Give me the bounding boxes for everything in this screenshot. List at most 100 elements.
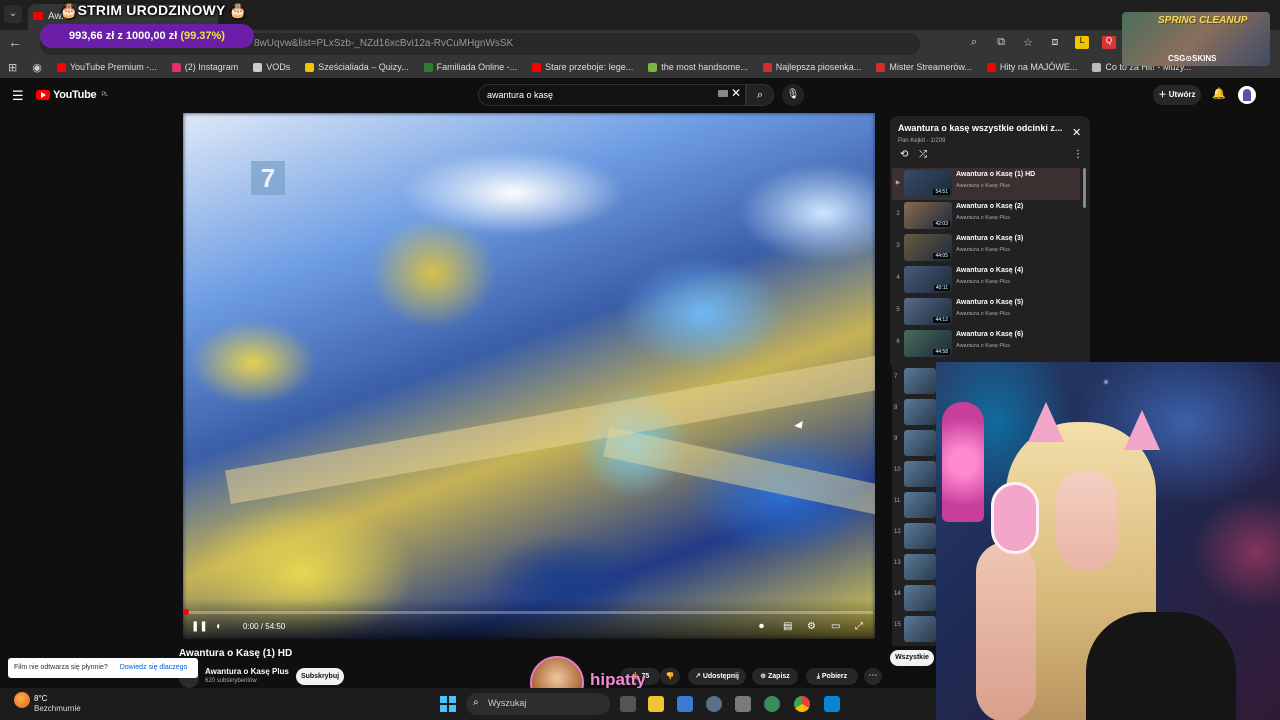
playlist-item-title: Awantura o Kasę (2) <box>956 203 1024 210</box>
back-arrow-icon[interactable]: ← <box>8 34 22 50</box>
playlist-item-thumbnail[interactable] <box>904 616 936 642</box>
playlist-item-duration: 40:11 <box>933 285 950 291</box>
extension-yellow-icon[interactable]: L <box>1075 36 1089 49</box>
settings-gear-icon[interactable]: ⚙ <box>807 621 816 632</box>
cast-icon[interactable]: ⧉ <box>994 36 1008 49</box>
playlist-item-thumbnail[interactable] <box>904 585 936 611</box>
all-filter-chip[interactable]: Wszystkie <box>890 650 934 666</box>
playlist-item[interactable]: 6 44:58 Awantura o Kasę (6) Awantura o Kasę… <box>892 328 1080 360</box>
windows-start-icon[interactable] <box>440 696 456 712</box>
apps-grid-icon[interactable]: ⊞ <box>8 61 17 74</box>
bookmark-item[interactable]: Stare przeboje: lege... <box>532 62 633 72</box>
bookmark-item[interactable]: Mister Streamerów... <box>876 62 972 72</box>
playlist-item-thumbnail[interactable] <box>904 430 936 456</box>
chrome-taskbar-icon[interactable] <box>794 696 810 712</box>
clear-search-icon[interactable]: ✕ <box>731 86 741 100</box>
playlist-item-thumbnail[interactable] <box>904 399 936 425</box>
bookmark-item[interactable]: VODs <box>253 62 290 72</box>
zoom-icon[interactable]: ⌕ <box>967 36 981 49</box>
more-actions-icon[interactable]: ⋯ <box>864 668 882 685</box>
bookmark-item[interactable]: Hity na MAJÓWE... <box>986 62 1077 72</box>
shuffle-icon[interactable]: ⤮ <box>919 149 927 160</box>
playlist-item-thumbnail[interactable] <box>904 523 936 549</box>
playlist-item[interactable]: 4 40:11 Awantura o Kasę (4) Awantura o Kasę… <box>892 264 1080 296</box>
playlist-item[interactable]: 2 42:03 Awantura o Kasę (2) Awantura o Kasę… <box>892 200 1080 232</box>
channel-name[interactable]: Awantura o Kasę Plus <box>205 667 289 676</box>
bookmark-favicon-icon <box>648 62 658 72</box>
theater-mode-icon[interactable]: ▭ <box>831 621 840 632</box>
bookmark-item[interactable]: the most handsome... <box>648 62 748 72</box>
app-icon[interactable] <box>735 696 751 712</box>
microphone <box>942 402 984 522</box>
settings-app-icon[interactable] <box>706 696 722 712</box>
pause-icon[interactable]: ❚❚ <box>191 621 208 632</box>
video-player[interactable]: 7 ❚❚ ◖ 0:00 / 54:50 ⏺ ▤ ⚙ ▭ ⤢ <box>183 113 875 639</box>
app-icon[interactable] <box>824 696 840 712</box>
bookmark-favicon-icon <box>762 62 772 72</box>
close-icon[interactable]: ✕ <box>1072 126 1081 139</box>
search-button[interactable]: ⌕ <box>746 84 774 106</box>
volume-icon[interactable]: ◖ <box>215 621 221 632</box>
task-view-icon[interactable] <box>620 696 636 712</box>
playlist-item-duration: 42:03 <box>933 221 950 227</box>
playlist-item-thumbnail[interactable] <box>904 554 936 580</box>
progress-bar[interactable] <box>183 609 873 615</box>
share-button[interactable]: ↗ Udostępnij <box>688 668 746 685</box>
playlist-title[interactable]: Awantura o kasę wszystkie odcinki z... <box>898 123 1068 133</box>
taskbar-search[interactable]: ⌕ Wyszukaj <box>466 693 610 715</box>
playlist-item[interactable]: 3 44:05 Awantura o Kasę (3) Awantura o Kasę… <box>892 232 1080 264</box>
playlist-item-duration: 44:05 <box>933 253 950 259</box>
playlist-item-thumbnail[interactable] <box>904 492 936 518</box>
app-icon[interactable] <box>764 696 780 712</box>
bookmark-item[interactable]: Sześcialiada – Quizy... <box>305 62 409 72</box>
subtitles-icon[interactable]: ▤ <box>783 621 792 632</box>
loop-icon[interactable]: ⟲ <box>900 149 908 160</box>
playlist-item-index: 14 <box>894 591 901 597</box>
extension-red-icon[interactable]: Q <box>1102 36 1116 49</box>
playlist-item-index: 15 <box>894 622 901 628</box>
weather-temperature: 8°C <box>34 694 48 703</box>
voice-search-button[interactable]: 🎙 <box>782 84 804 106</box>
autoplay-toggle-icon[interactable]: ⏺ <box>759 621 764 632</box>
keyboard-icon[interactable] <box>718 90 728 97</box>
save-button[interactable]: ⊕ Zapisz <box>752 668 798 685</box>
bookmark-item[interactable]: (2) Instagram <box>171 62 238 72</box>
bookmark-star-icon[interactable]: ☆ <box>1021 36 1035 49</box>
playlist-item[interactable]: ▶ 54:51 Awantura o Kasę (1) HD Awantura o K… <box>892 168 1080 200</box>
dislike-button[interactable]: 👎 <box>660 668 680 685</box>
progress-scrubber[interactable] <box>183 609 189 615</box>
weather-icon[interactable] <box>14 692 30 708</box>
playlist-menu-icon[interactable]: ⋮ <box>1073 149 1083 160</box>
chrome-icon[interactable]: ◉ <box>32 61 42 74</box>
playlist-item-channel: Awantura o Kasę Plus <box>956 279 1011 285</box>
account-avatar[interactable] <box>1238 86 1256 104</box>
store-icon[interactable] <box>677 696 693 712</box>
create-button[interactable]: ＋ Utwórz <box>1153 85 1201 105</box>
download-button[interactable]: ⤓ Pobierz <box>806 668 858 685</box>
playlist-item-thumbnail[interactable] <box>904 461 936 487</box>
bookmark-favicon-icon <box>423 62 433 72</box>
youtube-favicon-icon <box>33 12 43 20</box>
playlist-item-thumbnail: 42:03 <box>904 202 952 229</box>
bookmark-favicon-icon <box>1092 62 1102 72</box>
playlist-item[interactable]: 5 44:12 Awantura o Kasę (5) Awantura o Kasę… <box>892 296 1080 328</box>
youtube-logo[interactable]: YouTube PL <box>36 89 108 101</box>
fullscreen-icon[interactable]: ⤢ <box>855 621 863 632</box>
bookmark-item[interactable]: YouTube Premium -... <box>56 62 157 72</box>
omnibox-url: 8wUqvw&list=PLxSzb-_NZd16xcBvi12a-RvCuMH… <box>254 38 514 49</box>
playlist-scrollbar[interactable] <box>1083 168 1086 208</box>
bookmark-item[interactable]: Familiada Online -... <box>423 62 517 72</box>
playlist-item-title: Awantura o Kasę (4) <box>956 267 1024 274</box>
file-explorer-icon[interactable] <box>648 696 664 712</box>
notifications-bell-icon[interactable]: 🔔 <box>1212 87 1226 100</box>
bookmark-item[interactable]: Najlepsza piosenka... <box>762 62 861 72</box>
toast-link[interactable]: Dowiedz się dlaczego <box>120 664 188 671</box>
hamburger-menu-icon[interactable]: ☰ <box>12 88 24 104</box>
extensions-puzzle-icon[interactable]: ⧈ <box>1048 36 1062 49</box>
playlist-item-title: Awantura o Kasę (5) <box>956 299 1024 306</box>
search-input[interactable]: awantura o kasę <box>478 84 746 106</box>
streamer-arm <box>976 542 1036 720</box>
tab-list-chevron-icon[interactable]: ⌄ <box>4 5 22 23</box>
playlist-item-thumbnail[interactable] <box>904 368 936 394</box>
subscribe-button[interactable]: Subskrybuj <box>296 668 344 685</box>
